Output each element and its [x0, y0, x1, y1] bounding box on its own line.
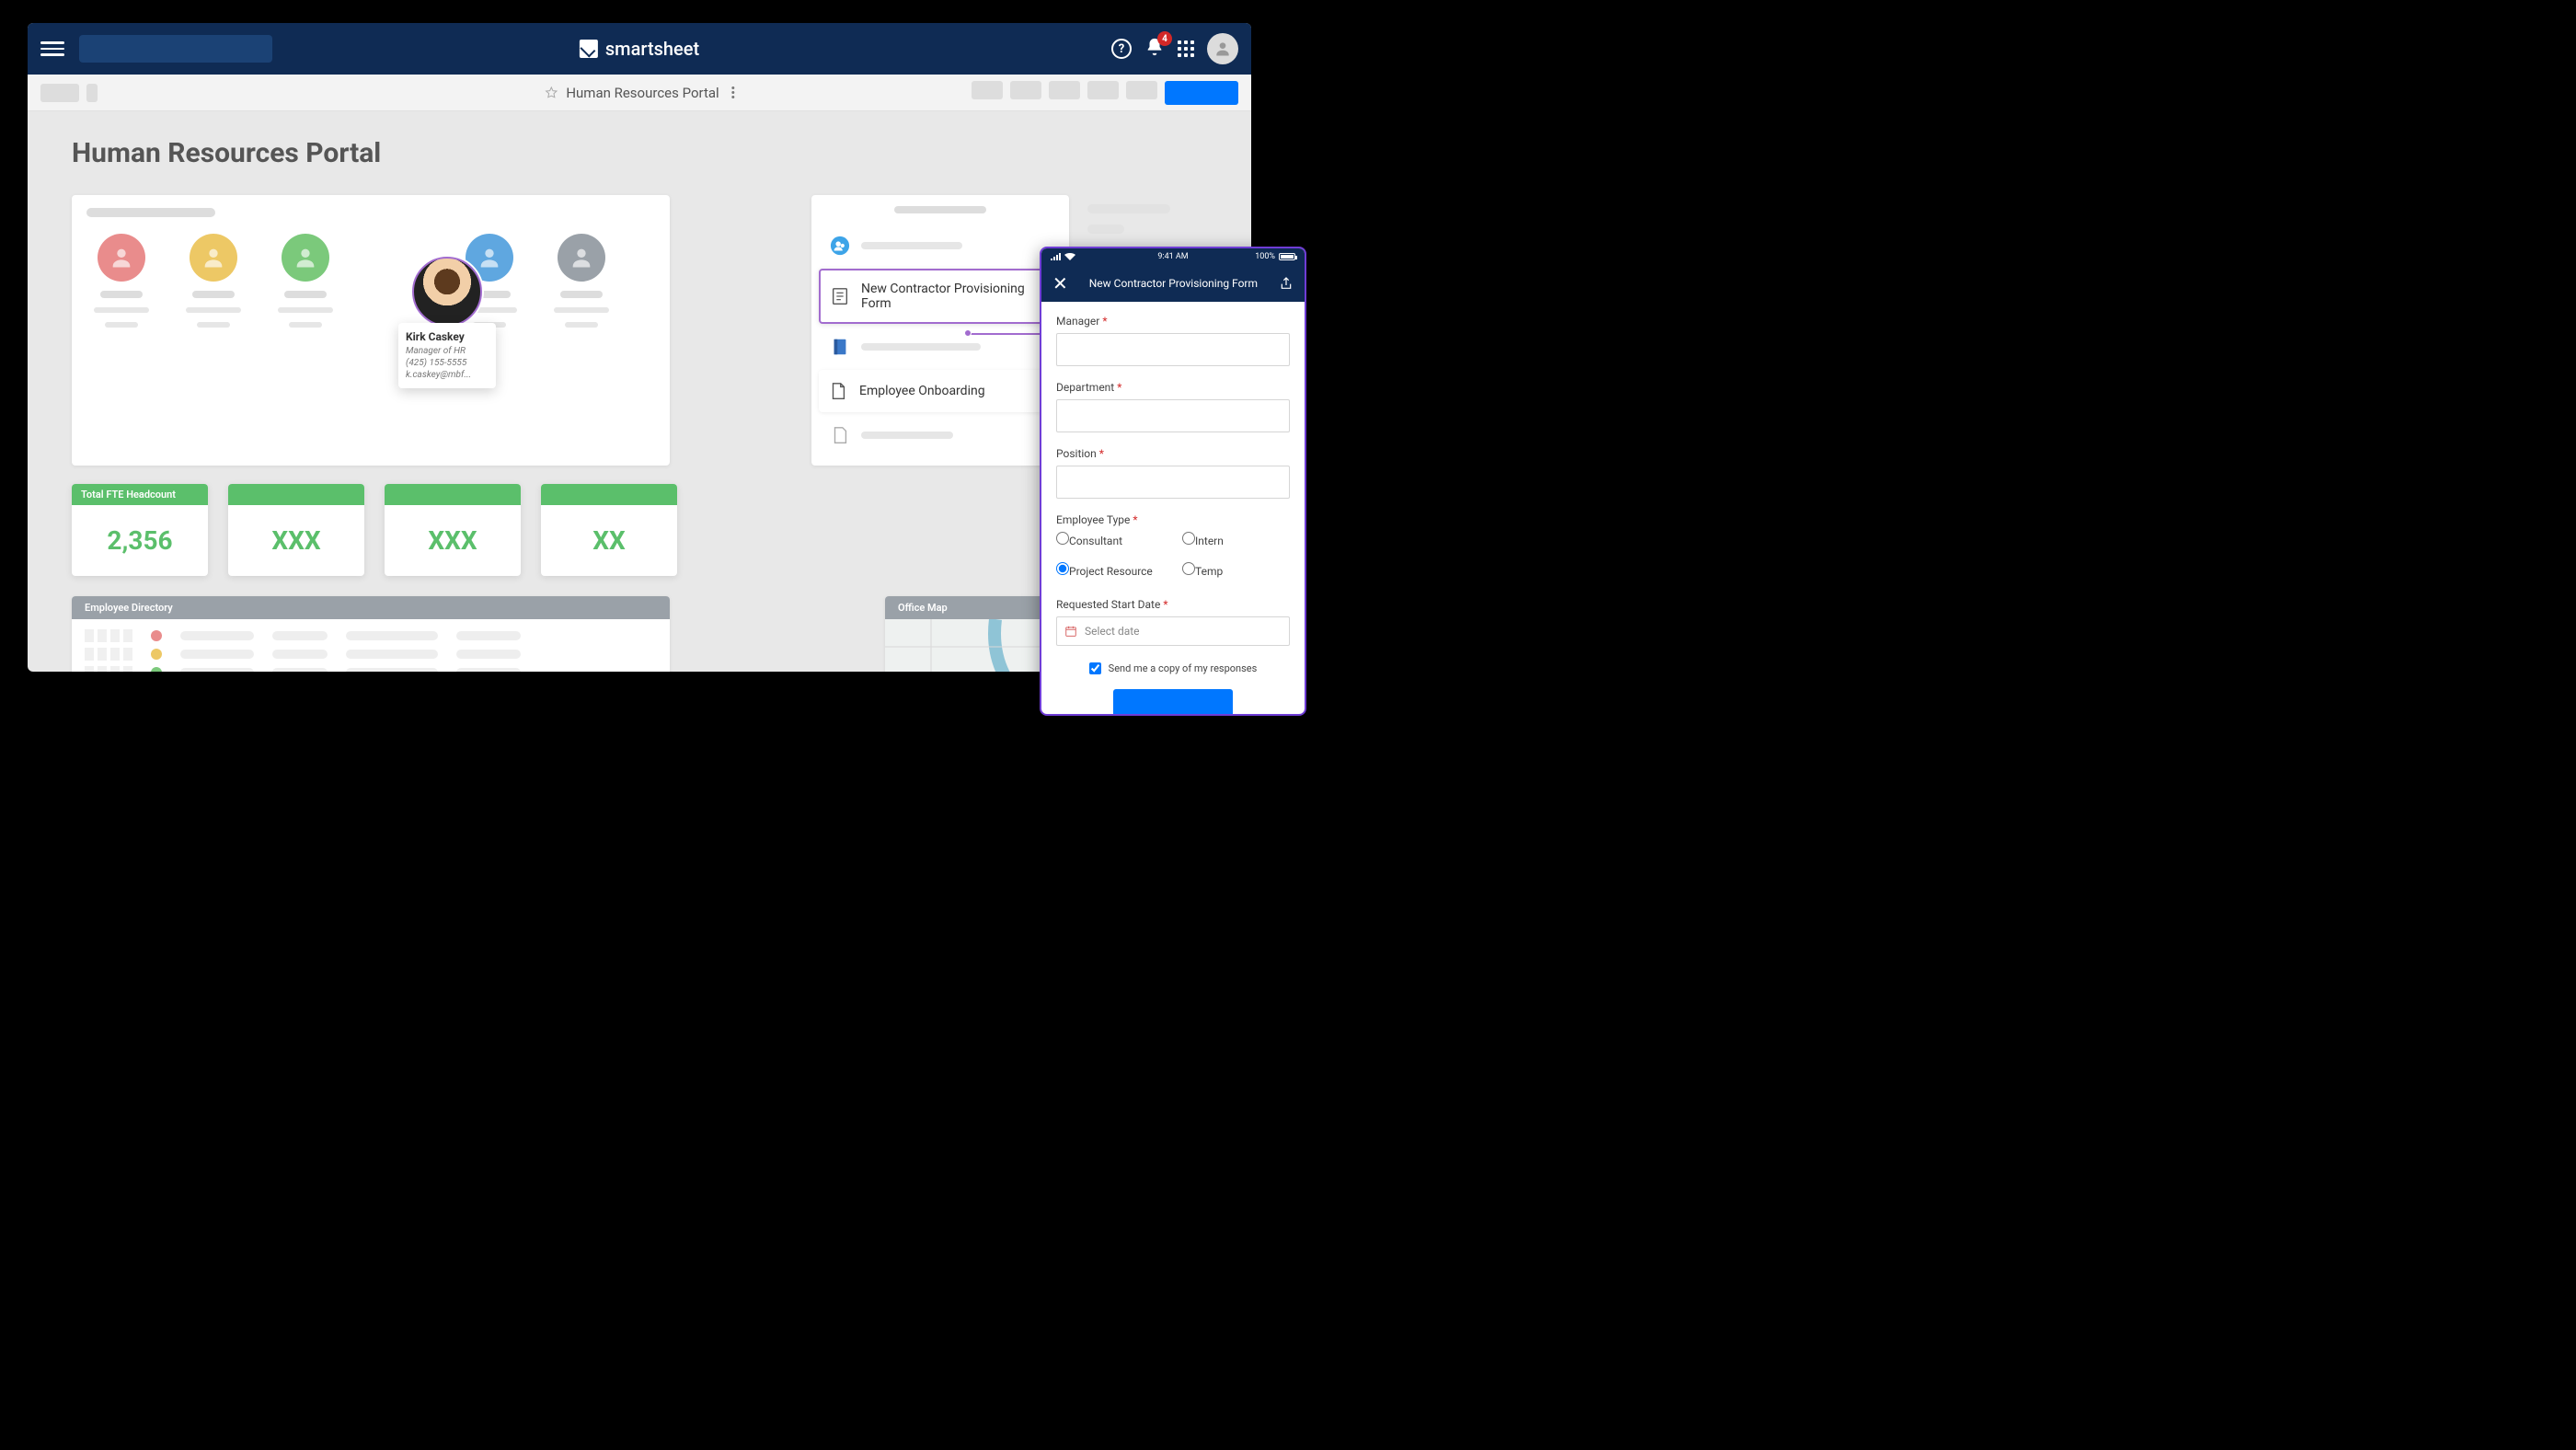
metric-card: XXX [385, 484, 521, 576]
manager-field[interactable] [1056, 333, 1290, 366]
dashboard-title: Human Resources Portal [72, 137, 1207, 169]
brand-icon [580, 40, 598, 58]
kebab-menu[interactable] [732, 86, 735, 98]
brand-text: smartsheet [605, 38, 699, 60]
radio-option[interactable]: Intern [1182, 532, 1290, 547]
primary-action-button[interactable] [1165, 81, 1238, 105]
metric-card: Total FTE Headcount2,356 [72, 484, 208, 576]
person-popover: Kirk Caskey Manager of HR (425) 155-5555… [398, 257, 496, 388]
popover-phone: (425) 155-5555 [406, 357, 489, 369]
metric-value: XXX [385, 505, 521, 576]
document-icon [828, 381, 848, 401]
toolbar-button[interactable] [1126, 81, 1157, 99]
list-item-label: New Contractor Provisioning Form [861, 282, 1051, 311]
field-label-position: Position * [1056, 447, 1290, 460]
person-avatar[interactable] [270, 234, 340, 328]
person-avatar[interactable] [86, 234, 156, 328]
list-item-onboarding[interactable]: Employee Onboarding [819, 370, 1062, 412]
calendar-icon [1064, 625, 1077, 638]
list-item-label: Employee Onboarding [859, 384, 985, 398]
person-avatar[interactable] [178, 234, 248, 328]
toolbar-button[interactable] [1049, 81, 1080, 99]
table-row[interactable] [72, 645, 670, 663]
employee-directory-card: Employee Directory [72, 596, 670, 672]
copy-checkbox[interactable] [1089, 662, 1101, 674]
signal-icon [1051, 253, 1061, 260]
user-avatar[interactable] [1207, 33, 1238, 64]
position-field[interactable] [1056, 466, 1290, 499]
list-item[interactable] [824, 416, 1056, 455]
popover-email: k.caskey@mbf... [406, 369, 489, 381]
brand-logo: smartsheet [580, 38, 699, 60]
metric-label [541, 484, 677, 505]
phone-form-title: New Contractor Provisioning Form [1068, 277, 1279, 290]
list-item[interactable] [824, 226, 1056, 265]
help-icon[interactable]: ? [1111, 39, 1132, 59]
battery-icon [1279, 253, 1295, 260]
breadcrumb: Human Resources Portal [544, 85, 734, 101]
toolbar-button[interactable] [1087, 81, 1119, 99]
radio-option[interactable]: Consultant [1056, 532, 1164, 547]
toolbar-placeholder [40, 84, 79, 102]
date-placeholder: Select date [1085, 625, 1140, 638]
metric-value: XX [541, 505, 677, 576]
field-label-employee-type: Employee Type * [1056, 513, 1290, 526]
metric-value: 2,356 [72, 505, 208, 576]
radio-option[interactable]: Project Resource [1056, 562, 1164, 578]
field-label-start-date: Requested Start Date * [1056, 598, 1290, 611]
metric-card: XXX [228, 484, 364, 576]
toolbar-placeholder [86, 84, 98, 102]
mobile-preview: 9:41 AM 100% ✕ New Contractor Provisioni… [1040, 247, 1306, 716]
star-icon[interactable] [544, 86, 558, 100]
department-field[interactable] [1056, 399, 1290, 432]
start-date-field[interactable]: Select date [1056, 616, 1290, 646]
notebook-icon [830, 337, 850, 357]
document-icon [830, 425, 850, 445]
links-card: New Contractor Provisioning Form Employe… [811, 195, 1069, 466]
phone-status-bar: 9:41 AM 100% [1041, 248, 1305, 265]
popover-role: Manager of HR [406, 345, 489, 357]
notifications-button[interactable]: 4 [1144, 37, 1165, 61]
radio-option[interactable]: Temp [1182, 562, 1290, 578]
share-icon[interactable] [1279, 276, 1294, 291]
phone-time: 9:41 AM [1157, 252, 1188, 261]
metric-label [385, 484, 521, 505]
people-card [72, 195, 670, 466]
toolbar-button[interactable] [1010, 81, 1041, 99]
search-input[interactable] [79, 35, 272, 63]
list-item-form[interactable]: New Contractor Provisioning Form [819, 269, 1062, 324]
apps-icon[interactable] [1178, 40, 1194, 57]
person-avatar[interactable] [546, 234, 616, 328]
submit-button[interactable] [1113, 689, 1233, 716]
field-label-manager: Manager * [1056, 315, 1290, 328]
card-heading-placeholder [894, 206, 986, 213]
form-icon [830, 286, 850, 306]
metric-label: Total FTE Headcount [72, 484, 208, 505]
page-title: Human Resources Portal [566, 85, 719, 101]
section-header: Employee Directory [72, 596, 670, 619]
table-row[interactable] [72, 663, 670, 672]
popover-avatar [412, 257, 482, 327]
card-heading-placeholder [86, 208, 215, 217]
field-label-department: Department * [1056, 381, 1290, 394]
wifi-icon [1064, 253, 1075, 260]
metric-value: XXX [228, 505, 364, 576]
metric-label [228, 484, 364, 505]
table-row[interactable] [72, 627, 670, 645]
connector-dot [964, 329, 972, 337]
metric-card: XX [541, 484, 677, 576]
menu-button[interactable] [40, 37, 64, 61]
people-circle-icon [830, 236, 850, 256]
phone-battery-text: 100% [1255, 252, 1275, 261]
notification-badge: 4 [1157, 31, 1172, 46]
copy-label[interactable]: Send me a copy of my responses [1109, 662, 1258, 674]
popover-name: Kirk Caskey [406, 330, 489, 343]
close-icon[interactable]: ✕ [1052, 272, 1068, 294]
toolbar-button[interactable] [972, 81, 1003, 99]
